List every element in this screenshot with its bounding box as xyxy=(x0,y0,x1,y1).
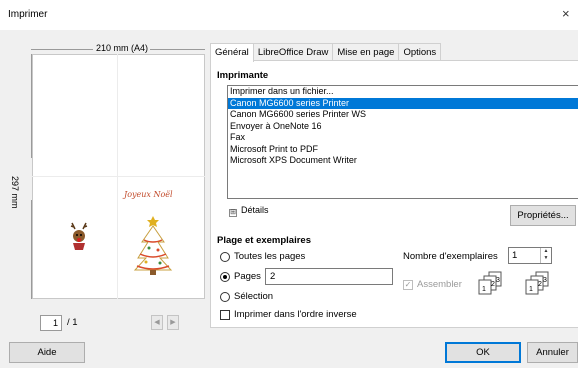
help-label: Aide xyxy=(37,347,57,358)
printer-item-xps-writer[interactable]: Microsoft XPS Document Writer xyxy=(228,155,578,167)
svg-text:3: 3 xyxy=(496,277,500,284)
paper-height-label: 297 mm xyxy=(10,176,20,209)
ruler-horizontal-left xyxy=(31,49,93,50)
printer-item-canon-mg6600-ws[interactable]: Canon MG6600 series Printer WS xyxy=(228,109,578,121)
all-pages-option[interactable]: Toutes les pages xyxy=(220,251,305,262)
pages-radio[interactable] xyxy=(220,271,230,282)
all-pages-radio[interactable] xyxy=(220,251,230,262)
selection-radio[interactable] xyxy=(220,291,230,302)
reverse-order-label: Imprimer dans l'ordre inverse xyxy=(234,309,357,320)
close-icon[interactable]: × xyxy=(562,6,570,21)
printer-item-print-to-file[interactable]: Imprimer dans un fichier... xyxy=(228,86,578,98)
tab-general[interactable]: Général xyxy=(210,43,254,62)
pages-label: Pages xyxy=(234,271,261,282)
ruler-horizontal-right xyxy=(148,49,205,50)
selection-label: Sélection xyxy=(234,291,274,302)
svg-text:1: 1 xyxy=(529,286,533,293)
collate-label: Assembler xyxy=(417,279,462,290)
svg-text:2: 2 xyxy=(491,281,495,288)
ok-button[interactable]: OK xyxy=(445,342,521,363)
card-greeting-text: Joyeux Noël xyxy=(124,190,173,199)
title-bar xyxy=(0,0,578,30)
printer-list[interactable]: Imprimer dans un fichier... Canon MG6600… xyxy=(227,85,578,199)
printer-item-print-to-pdf[interactable]: Microsoft Print to PDF xyxy=(228,144,578,156)
reverse-order-checkbox[interactable] xyxy=(220,309,230,320)
fold-guide-horizontal xyxy=(32,176,205,177)
svg-text:3: 3 xyxy=(543,277,547,284)
collate-checkbox[interactable]: ✓ xyxy=(403,279,413,290)
printer-item-onenote[interactable]: Envoyer à OneNote 16 xyxy=(228,121,578,133)
reverse-order-option[interactable]: Imprimer dans l'ordre inverse xyxy=(220,309,357,320)
window-title: Imprimer xyxy=(8,9,48,20)
range-heading: Plage et exemplaires xyxy=(217,235,311,246)
printer-item-fax[interactable]: Fax xyxy=(228,132,578,144)
collate-option[interactable]: ✓ Assembler xyxy=(403,279,462,290)
details-label: Détails xyxy=(241,205,269,215)
paper-width-label: 210 mm (A4) xyxy=(94,43,151,53)
ok-label: OK xyxy=(476,347,490,358)
help-button[interactable]: Aide xyxy=(9,342,85,363)
svg-text:1: 1 xyxy=(482,286,486,293)
selection-option[interactable]: Sélection xyxy=(220,291,273,302)
next-page-button[interactable]: ▶ xyxy=(167,315,179,330)
collate-pages-icon: 1 2 3 xyxy=(478,271,502,295)
up-down-arrows-icon[interactable]: ▲ ▼ xyxy=(540,248,551,263)
all-pages-label: Toutes les pages xyxy=(234,251,306,262)
copies-label: Nombre d'exemplaires xyxy=(403,251,498,262)
svg-text:2: 2 xyxy=(538,281,542,288)
reindeer-image xyxy=(70,222,88,250)
printer-heading: Imprimante xyxy=(217,70,269,81)
copies-value: 1 xyxy=(512,250,518,261)
collate-pages-icon-2: 1 2 3 xyxy=(525,271,549,295)
details-expander[interactable]: ⊞ Détails xyxy=(229,205,269,217)
printer-item-canon-mg6600[interactable]: Canon MG6600 series Printer xyxy=(228,97,578,109)
cancel-button[interactable]: Annuler xyxy=(527,342,578,363)
page-total-label: / 1 xyxy=(67,317,78,328)
page-number-input[interactable]: 1 xyxy=(40,315,62,331)
pages-option[interactable]: Pages xyxy=(220,271,261,282)
pages-input[interactable]: 2 xyxy=(265,268,393,285)
properties-label: Propriétés... xyxy=(517,210,569,221)
properties-button[interactable]: Propriétés... xyxy=(510,205,576,226)
cancel-label: Annuler xyxy=(536,347,569,358)
previous-page-button[interactable]: ◀ xyxy=(151,315,163,330)
christmas-tree-image xyxy=(133,216,173,275)
expand-icon: ⊞ xyxy=(229,209,237,217)
